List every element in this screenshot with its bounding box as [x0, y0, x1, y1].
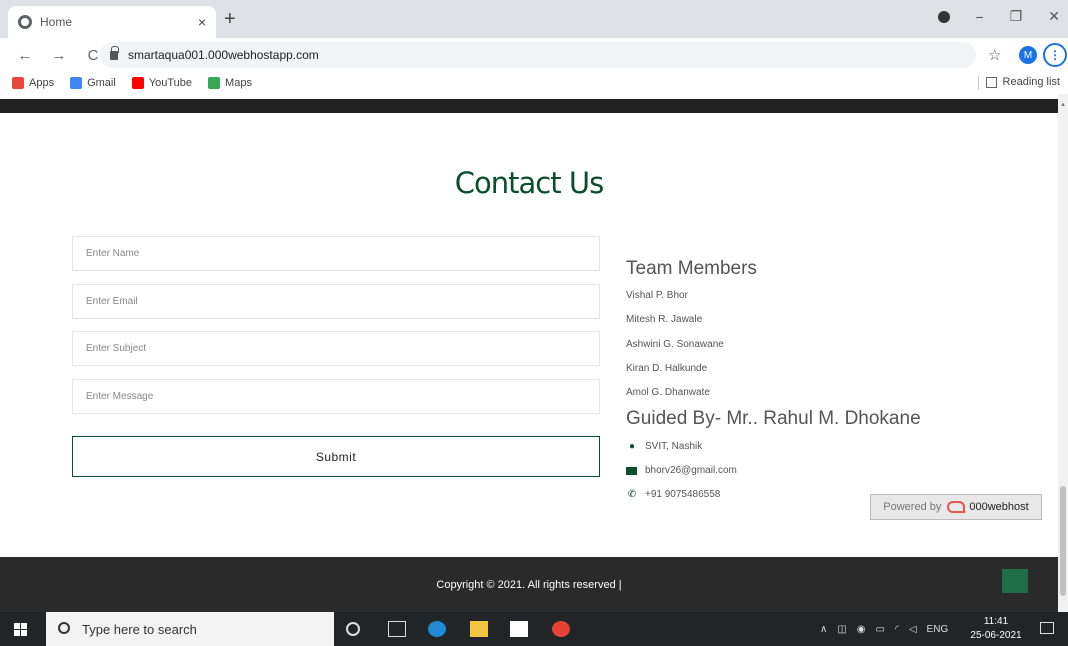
cortana-icon[interactable]	[346, 622, 360, 636]
team-member: Kiran D. Halkunde	[626, 363, 708, 374]
bookmark-apps[interactable]: Apps	[12, 77, 54, 89]
clock-date: 25-06-2021	[970, 630, 1022, 641]
bookmarks-bar: Apps Gmail YouTube Maps Reading list	[0, 72, 1068, 94]
gmail-icon	[70, 77, 83, 89]
forward-button[interactable]: →	[50, 47, 68, 64]
team-member: Mitesh R. Jawale	[626, 314, 703, 325]
notification-icon[interactable]	[1040, 622, 1054, 634]
taskbar-search-box[interactable]: Type here to search	[46, 612, 334, 646]
browser-tab[interactable]: Home ×	[8, 6, 216, 38]
scroll-up-arrow-icon[interactable]: ▲	[1060, 102, 1066, 108]
lock-icon[interactable]	[110, 45, 119, 60]
recording-icon[interactable]	[937, 10, 950, 23]
guided-by-heading: Guided By- Mr.. Rahul M. Dhokane	[626, 408, 921, 429]
page-scrollbar[interactable]: ▲	[1058, 94, 1068, 612]
scrollbar-thumb[interactable]	[1060, 486, 1066, 596]
file-explorer-icon[interactable]	[470, 621, 488, 637]
envelope-icon	[626, 466, 637, 475]
team-member: Ashwini G. Sonawane	[626, 339, 724, 350]
windows-start-icon[interactable]	[14, 623, 27, 636]
team-member: Amol G. Dhanwate	[626, 387, 710, 398]
clock-time: 11:41	[983, 616, 1009, 627]
webhost-logo-icon	[947, 501, 966, 513]
maximize-button[interactable]: ❐	[1010, 8, 1023, 25]
submit-button[interactable]: Submit	[72, 436, 600, 477]
map-marker-icon: ●	[628, 441, 636, 452]
app-tray-icon[interactable]: ◉	[857, 624, 866, 635]
bookmark-maps[interactable]: Maps	[208, 77, 252, 89]
name-input[interactable]: Enter Name	[72, 236, 600, 271]
browser-menu-button[interactable]: ⋮	[1043, 43, 1067, 67]
bookmark-youtube[interactable]: YouTube	[131, 77, 192, 89]
url-text: smartaqua001.000webhostapp.com	[128, 48, 319, 62]
task-view-icon[interactable]	[388, 621, 406, 637]
contact-email: bhorv26@gmail.com	[626, 465, 737, 476]
language-indicator[interactable]: ENG	[927, 624, 949, 635]
tab-title: Home	[40, 15, 73, 29]
message-input[interactable]: Enter Message	[72, 379, 600, 414]
copyright-text: Copyright © 2021. All rights reserved |	[436, 579, 622, 591]
bookmark-gmail[interactable]: Gmail	[70, 77, 116, 89]
page-top-bar	[0, 99, 1058, 113]
profile-avatar[interactable]: M	[1019, 46, 1037, 64]
network-icon[interactable]: ◫	[837, 624, 846, 635]
taskbar-clock[interactable]: 11:41 25-06-2021	[966, 615, 1026, 643]
edge-browser-icon[interactable]	[428, 621, 446, 637]
bookmark-star-icon[interactable]: ☆	[988, 46, 1001, 64]
url-bar[interactable]: smartaqua001.000webhostapp.com	[100, 42, 976, 68]
apps-grid-icon	[12, 77, 24, 89]
volume-icon[interactable]: ◁	[909, 624, 917, 635]
page-title: Contact Us	[454, 166, 604, 200]
tray-chevron-icon[interactable]: ∧	[820, 624, 827, 635]
back-button[interactable]: ←	[16, 47, 34, 64]
contact-location: ● SVIT, Nashik	[626, 441, 702, 452]
new-tab-button[interactable]: +	[224, 8, 236, 31]
close-window-button[interactable]: ✕	[1048, 8, 1060, 25]
windows-taskbar: Type here to search ∧ ◫ ◉ ▭ ◜ ◁ ENG 11:4…	[0, 612, 1068, 646]
system-tray: ∧ ◫ ◉ ▭ ◜ ◁ ENG	[820, 612, 948, 646]
globe-icon	[18, 15, 32, 29]
email-input[interactable]: Enter Email	[72, 284, 600, 319]
maps-icon	[208, 77, 221, 89]
page-footer: Copyright © 2021. All rights reserved |	[0, 557, 1058, 612]
team-heading: Team Members	[626, 258, 757, 279]
minimize-button[interactable]: −	[976, 9, 984, 25]
phone-icon: ✆	[627, 489, 637, 500]
browser-tab-bar: Home × + − ❐ ✕	[0, 0, 1068, 38]
window-controls: − ❐ ✕	[937, 8, 1060, 25]
reading-list-button[interactable]: Reading list	[985, 76, 1060, 88]
back-to-top-button[interactable]	[1002, 569, 1028, 593]
web-page: Contact Us Enter Name Enter Email Enter …	[0, 94, 1058, 612]
youtube-icon	[131, 77, 144, 89]
battery-icon[interactable]: ▭	[876, 624, 885, 635]
subject-input[interactable]: Enter Subject	[72, 331, 600, 366]
store-icon[interactable]	[510, 621, 528, 637]
wifi-icon[interactable]: ◜	[895, 624, 899, 635]
chrome-icon[interactable]	[552, 621, 570, 637]
address-toolbar: ← → C smartaqua001.000webhostapp.com ☆ M…	[0, 38, 1068, 72]
search-icon	[58, 622, 70, 634]
contact-phone: ✆ +91 9075486558	[627, 489, 721, 500]
bookmark-divider	[978, 76, 979, 90]
team-member: Vishal P. Bhor	[626, 290, 688, 301]
powered-by-badge[interactable]: Powered by 000webhost	[870, 494, 1042, 520]
reading-list-icon	[985, 76, 997, 88]
tab-close-icon[interactable]: ×	[198, 14, 206, 30]
